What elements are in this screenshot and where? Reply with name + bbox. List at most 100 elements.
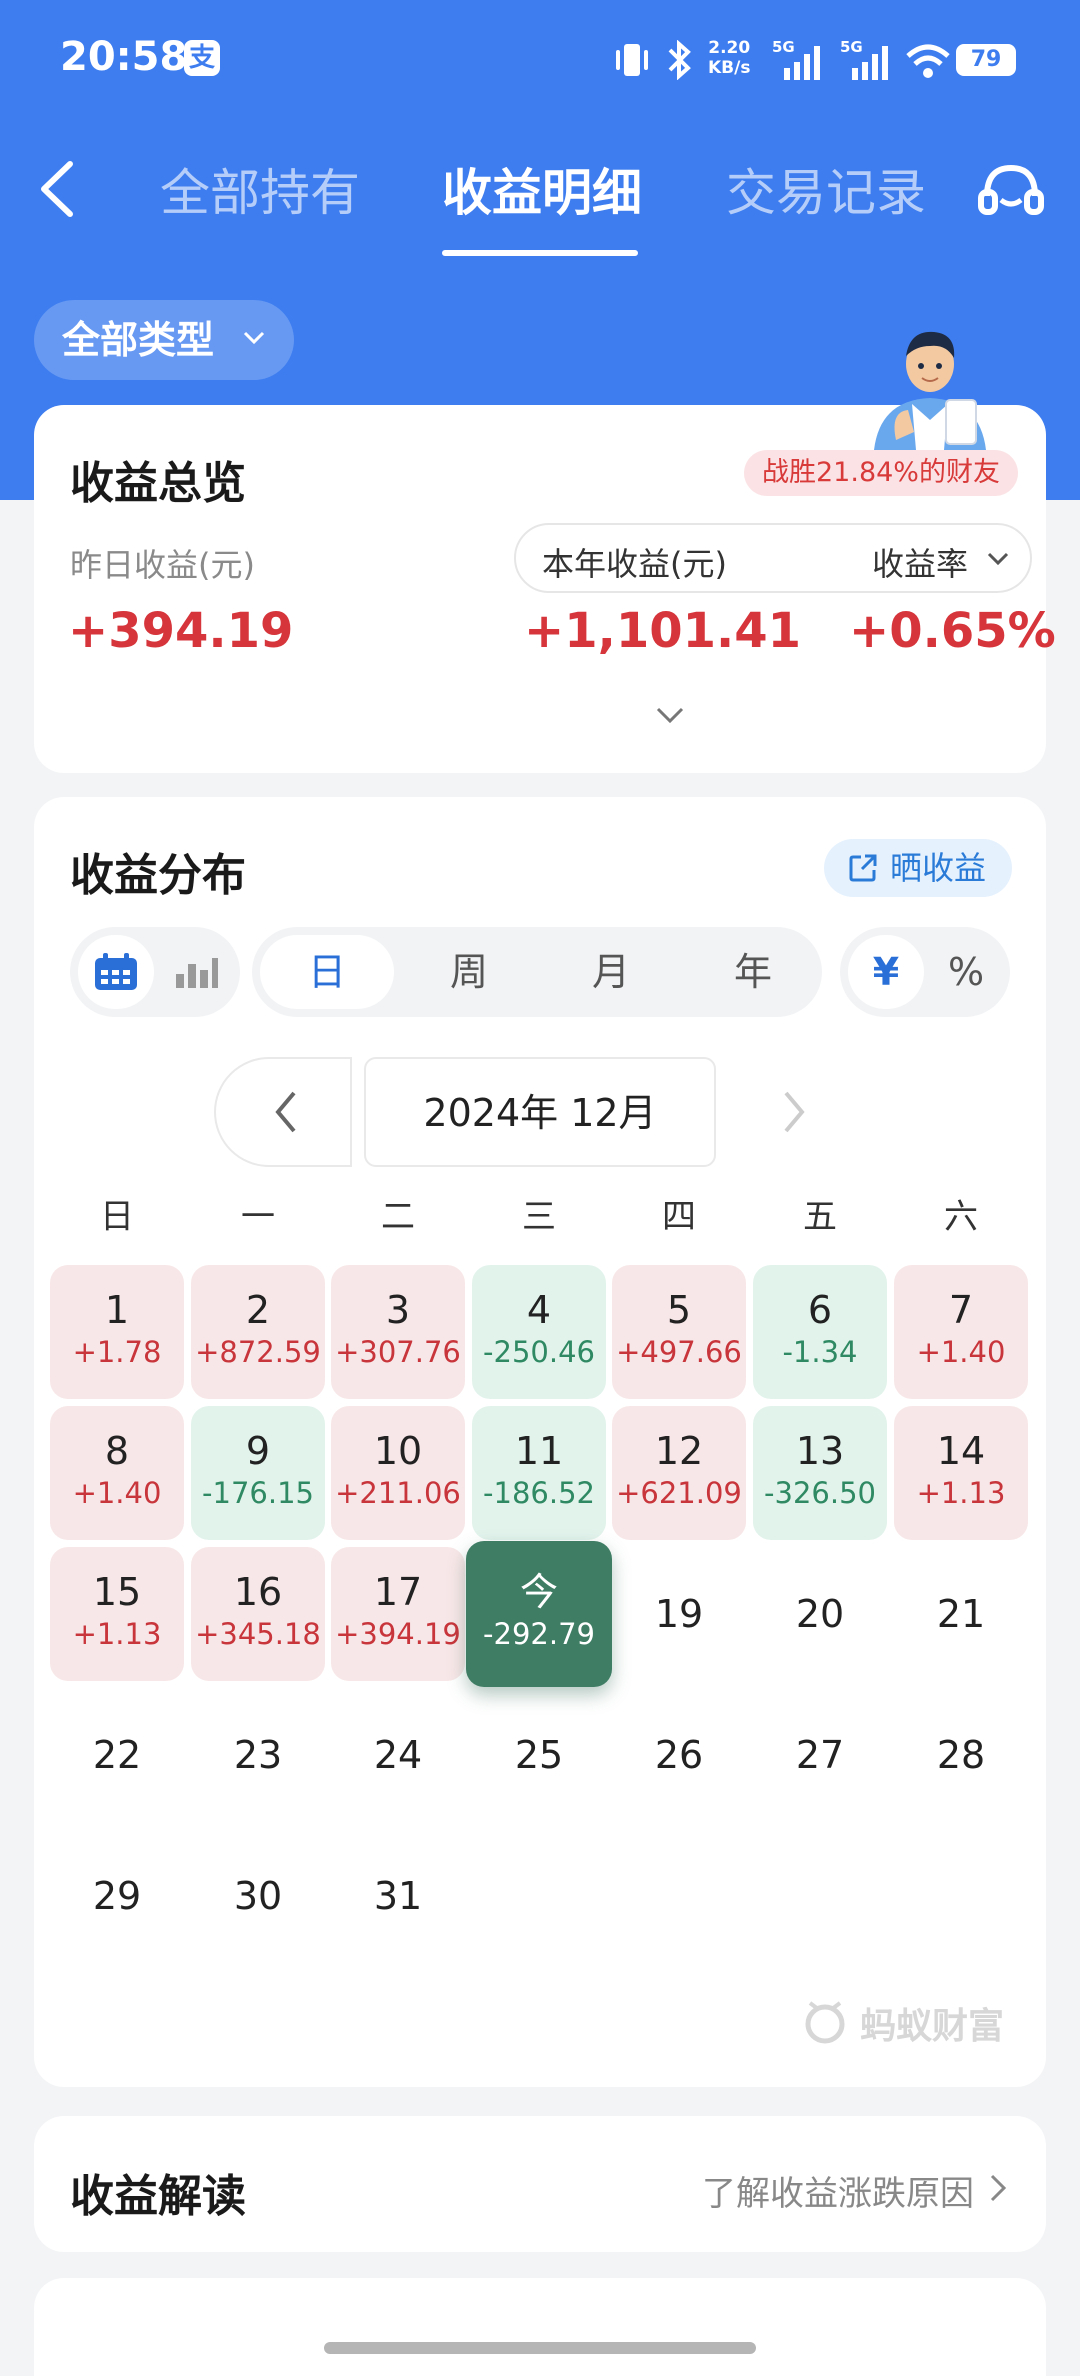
- calendar-day[interactable]: 31: [331, 1829, 465, 1963]
- day-number: 3: [385, 1288, 411, 1332]
- chart-view-button[interactable]: [158, 935, 234, 1009]
- calendar-day[interactable]: 27: [753, 1688, 887, 1822]
- calendar-day[interactable]: 22: [50, 1688, 184, 1822]
- calendar-day[interactable]: 9 -176.15: [191, 1406, 325, 1540]
- win-rate-badge: 战胜21.84%的财友: [744, 450, 1018, 496]
- interpretation-card[interactable]: 收益解读 了解收益涨跌原因: [34, 2116, 1046, 2252]
- period-tab-year[interactable]: 年: [686, 935, 820, 1009]
- day-earnings: +394.19: [335, 1617, 461, 1651]
- calendar-day[interactable]: 6 -1.34: [753, 1265, 887, 1399]
- calendar-day[interactable]: 26: [612, 1688, 746, 1822]
- calendar-day[interactable]: 1 +1.78: [50, 1265, 184, 1399]
- day-earnings: +1.40: [916, 1335, 1006, 1369]
- unit-percent-button[interactable]: %: [928, 935, 1004, 1009]
- day-number: 22: [92, 1733, 142, 1777]
- weekday-label: 四: [662, 1197, 696, 1237]
- day-number: 6: [807, 1288, 833, 1332]
- calendar-day[interactable]: 12 +621.09: [612, 1406, 746, 1540]
- signal-2-icon: 5G: [840, 38, 888, 80]
- calendar-day-today[interactable]: 今 -292.79: [466, 1541, 612, 1687]
- calendar-day[interactable]: 17 +394.19: [331, 1547, 465, 1681]
- day-number: 28: [936, 1733, 986, 1777]
- headset-icon: [978, 164, 1044, 215]
- calendar-day[interactable]: 23: [191, 1688, 325, 1822]
- chevron-left-icon: [275, 1091, 296, 1133]
- calendar-day[interactable]: 28: [894, 1688, 1028, 1822]
- back-button[interactable]: [30, 154, 90, 224]
- day-earnings: -1.34: [782, 1335, 858, 1369]
- tab-holdings[interactable]: 全部持有: [160, 158, 360, 228]
- tab-earnings-detail[interactable]: 收益明细: [442, 158, 642, 228]
- chevron-down-icon: [987, 552, 1009, 566]
- weekday-label: 一: [241, 1197, 275, 1237]
- vibrate-icon: [616, 44, 648, 76]
- calendar-day[interactable]: 24: [331, 1688, 465, 1822]
- rate-value: +0.65%: [849, 603, 1056, 659]
- calendar-day[interactable]: 29: [50, 1829, 184, 1963]
- calendar-day[interactable]: 16 +345.18: [191, 1547, 325, 1681]
- home-indicator[interactable]: [324, 2342, 756, 2354]
- day-number: 23: [233, 1733, 283, 1777]
- calendar-day[interactable]: 7 +1.40: [894, 1265, 1028, 1399]
- unit-yuan-button[interactable]: ¥: [848, 935, 924, 1009]
- day-earnings: -176.15: [202, 1476, 314, 1510]
- day-earnings: +211.06: [335, 1476, 461, 1510]
- view-mode-toggle: [70, 927, 240, 1017]
- day-earnings: +1.13: [72, 1617, 162, 1651]
- calendar-day[interactable]: 15 +1.13: [50, 1547, 184, 1681]
- day-number: 14: [936, 1429, 986, 1473]
- calendar-day[interactable]: 5 +497.66: [612, 1265, 746, 1399]
- calendar-day[interactable]: 25: [472, 1688, 606, 1822]
- calendar-day[interactable]: 14 +1.13: [894, 1406, 1028, 1540]
- share-earnings-button[interactable]: 晒收益: [824, 839, 1012, 897]
- day-number: 20: [795, 1592, 845, 1636]
- customer-service-button[interactable]: [975, 156, 1047, 228]
- calendar-day[interactable]: 19: [612, 1547, 746, 1681]
- prev-month-button[interactable]: [214, 1057, 352, 1167]
- next-month-button[interactable]: [764, 1079, 824, 1145]
- status-time: 20:58: [60, 34, 188, 80]
- interpretation-link[interactable]: 了解收益涨跌原因: [702, 2166, 974, 2215]
- calendar-day[interactable]: 2 +872.59: [191, 1265, 325, 1399]
- day-number: 15: [92, 1570, 142, 1614]
- calendar-day[interactable]: 8 +1.40: [50, 1406, 184, 1540]
- bar-chart-icon: [176, 958, 218, 988]
- mascot-illustration: [874, 331, 986, 450]
- signal-1-icon: 5G: [772, 38, 820, 80]
- day-number: 13: [795, 1429, 845, 1473]
- period-tab-day[interactable]: 日: [260, 935, 394, 1009]
- day-earnings: -186.52: [483, 1476, 595, 1510]
- calendar-day[interactable]: 20: [753, 1547, 887, 1681]
- calendar-day[interactable]: 4 -250.46: [472, 1265, 606, 1399]
- svg-text:5G: 5G: [840, 38, 863, 56]
- back-arrow-icon: [41, 161, 73, 217]
- calendar-day[interactable]: 3 +307.76: [331, 1265, 465, 1399]
- calendar-day[interactable]: 10 +211.06: [331, 1406, 465, 1540]
- type-filter-dropdown[interactable]: 全部类型: [34, 300, 294, 380]
- day-earnings: +307.76: [335, 1335, 461, 1369]
- weekday-label: 六: [944, 1197, 978, 1237]
- day-earnings: +872.59: [195, 1335, 321, 1369]
- day-number: 12: [654, 1429, 704, 1473]
- share-icon: [849, 854, 877, 882]
- period-tab-month[interactable]: 月: [544, 935, 678, 1009]
- bluetooth-icon: [668, 40, 691, 80]
- month-label[interactable]: 2024年 12月: [364, 1057, 716, 1167]
- day-number: 4: [526, 1288, 552, 1332]
- calendar-day[interactable]: 21: [894, 1547, 1028, 1681]
- calendar-day[interactable]: 11 -186.52: [472, 1406, 606, 1540]
- day-number: 10: [373, 1429, 423, 1473]
- calendar-day[interactable]: 13 -326.50: [753, 1406, 887, 1540]
- day-earnings: -292.79: [483, 1617, 595, 1651]
- day-number: 25: [514, 1733, 564, 1777]
- weekday-label: 二: [381, 1197, 415, 1237]
- day-earnings: -250.46: [483, 1335, 595, 1369]
- calendar-view-button[interactable]: [78, 935, 154, 1009]
- period-tab-week[interactable]: 周: [402, 935, 536, 1009]
- expand-chevron-icon[interactable]: [654, 705, 686, 727]
- year-rate-selector[interactable]: 本年收益(元) 收益率: [514, 523, 1032, 593]
- day-earnings: +1.78: [72, 1335, 162, 1369]
- calendar-day[interactable]: 30: [191, 1829, 325, 1963]
- tab-transactions[interactable]: 交易记录: [726, 158, 926, 228]
- day-number: 17: [373, 1570, 423, 1614]
